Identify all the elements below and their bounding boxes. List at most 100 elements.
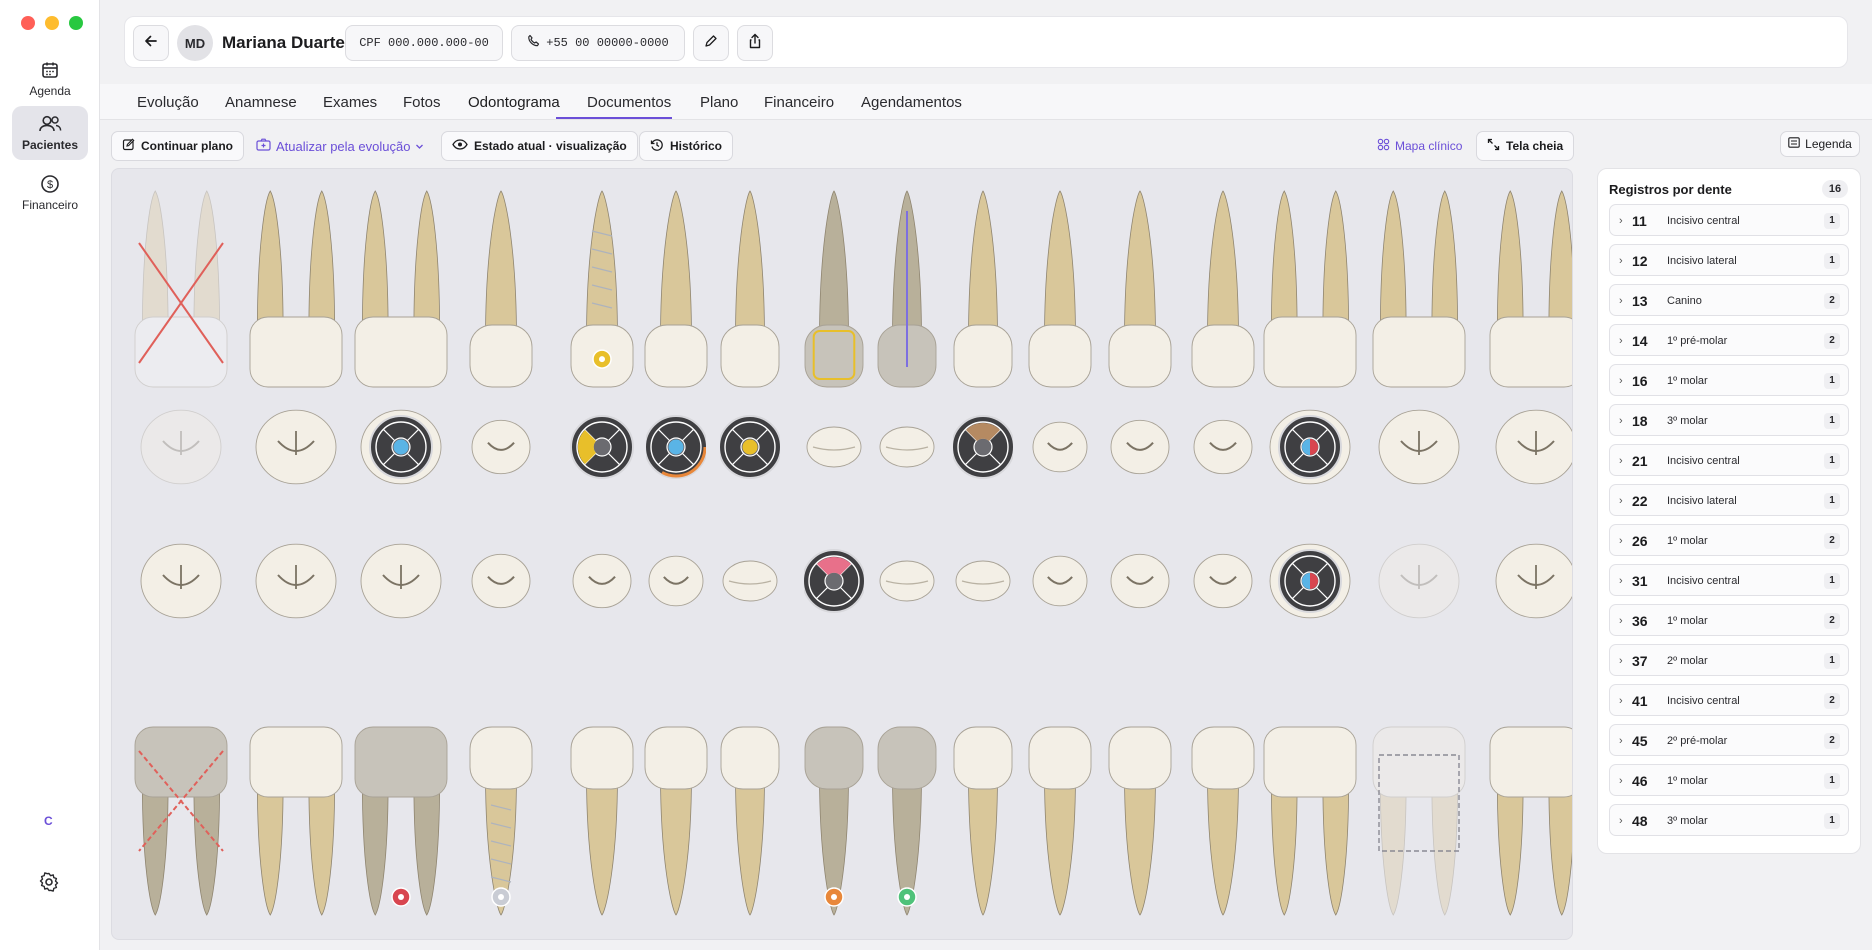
occlusal-tooth-upper-occlusal-13[interactable]: [1191, 405, 1255, 494]
zoom-window-button[interactable]: [69, 16, 83, 30]
record-row-48[interactable]: › 48 3º molar 1: [1609, 804, 1849, 836]
record-row-37[interactable]: › 37 2º molar 1: [1609, 644, 1849, 676]
tab-fotos[interactable]: Fotos: [403, 94, 441, 111]
record-row-45[interactable]: › 45 2º pré-molar 2: [1609, 724, 1849, 756]
record-row-13[interactable]: › 13 Canino 2: [1609, 284, 1849, 316]
tab-agendamentos[interactable]: Agendamentos: [861, 94, 962, 111]
tab-anamnese[interactable]: Anamnese: [225, 94, 297, 111]
minimize-window-button[interactable]: [45, 16, 59, 30]
record-row-26[interactable]: › 26 1º molar 2: [1609, 524, 1849, 556]
tooth-upper-1[interactable]: [130, 183, 232, 398]
record-row-31[interactable]: › 31 Incisivo central 1: [1609, 564, 1849, 596]
occlusal-tooth-upper-occlusal-11[interactable]: [1030, 405, 1090, 494]
occlusal-tooth-upper-occlusal-6[interactable]: [644, 405, 708, 494]
history-button[interactable]: Histórico: [639, 131, 734, 161]
nav-item-pacientes[interactable]: Pacientes: [12, 106, 88, 160]
tooth-lower-10[interactable]: [949, 721, 1017, 926]
record-row-11[interactable]: › 11 Incisivo central 1: [1609, 204, 1849, 236]
tooth-lower-1[interactable]: [130, 721, 232, 926]
occlusal-tooth-lower-occlusal-1[interactable]: [138, 539, 224, 628]
record-row-22[interactable]: › 22 Incisivo lateral 1: [1609, 484, 1849, 516]
record-row-41[interactable]: › 41 Incisivo central 2: [1609, 684, 1849, 716]
record-row-21[interactable]: › 21 Incisivo central 1: [1609, 444, 1849, 476]
occlusal-tooth-lower-occlusal-15[interactable]: [1376, 539, 1462, 628]
occlusal-tooth-upper-occlusal-15[interactable]: [1376, 405, 1462, 494]
occlusal-tooth-upper-occlusal-1[interactable]: [138, 405, 224, 494]
occlusal-tooth-lower-occlusal-9[interactable]: [877, 539, 937, 628]
tooth-upper-12[interactable]: [1104, 183, 1176, 398]
occlusal-tooth-lower-occlusal-2[interactable]: [253, 539, 339, 628]
close-window-button[interactable]: [21, 16, 35, 30]
tooth-upper-9[interactable]: [873, 183, 941, 398]
occlusal-tooth-lower-occlusal-4[interactable]: [469, 539, 533, 628]
occlusal-tooth-upper-occlusal-12[interactable]: [1108, 405, 1172, 494]
occlusal-tooth-lower-occlusal-16[interactable]: [1493, 539, 1572, 628]
occlusal-tooth-upper-occlusal-10[interactable]: [951, 405, 1015, 494]
occlusal-tooth-lower-occlusal-10[interactable]: [953, 539, 1013, 628]
occlusal-tooth-lower-occlusal-8[interactable]: [802, 539, 866, 628]
legend-button[interactable]: Legenda: [1780, 131, 1860, 157]
occlusal-tooth-lower-occlusal-13[interactable]: [1191, 539, 1255, 628]
record-row-16[interactable]: › 16 1º molar 1: [1609, 364, 1849, 396]
tooth-lower-16[interactable]: [1485, 721, 1572, 926]
tooth-upper-13[interactable]: [1187, 183, 1259, 398]
update-from-evolution-dropdown[interactable]: Atualizar pela evolução: [256, 138, 424, 154]
tooth-lower-9[interactable]: [873, 721, 941, 926]
occlusal-tooth-upper-occlusal-4[interactable]: [469, 405, 533, 494]
occlusal-tooth-lower-occlusal-5[interactable]: [570, 539, 634, 628]
record-row-12[interactable]: › 12 Incisivo lateral 1: [1609, 244, 1849, 276]
fullscreen-button[interactable]: Tela cheia: [1476, 131, 1575, 161]
tooth-lower-12[interactable]: [1104, 721, 1176, 926]
tooth-upper-15[interactable]: [1368, 183, 1470, 398]
tab-exames[interactable]: Exames: [323, 94, 377, 111]
settings-gear-icon[interactable]: [38, 871, 60, 898]
phone-chip[interactable]: +55 00 00000-0000: [511, 25, 685, 61]
tooth-upper-7[interactable]: [716, 183, 784, 398]
tooth-upper-11[interactable]: [1024, 183, 1096, 398]
tooth-lower-2[interactable]: [245, 721, 347, 926]
tab-documentos[interactable]: Documentos: [587, 94, 671, 111]
cpf-chip[interactable]: CPF 000.000.000-00: [345, 25, 503, 61]
tooth-lower-7[interactable]: [716, 721, 784, 926]
occlusal-tooth-upper-occlusal-3[interactable]: [358, 405, 444, 494]
continue-plan-button[interactable]: Continuar plano: [111, 131, 244, 161]
user-avatar[interactable]: C: [44, 814, 53, 828]
occlusal-tooth-upper-occlusal-5[interactable]: [570, 405, 634, 494]
back-button[interactable]: [133, 25, 169, 61]
occlusal-tooth-upper-occlusal-8[interactable]: [804, 405, 864, 494]
occlusal-tooth-lower-occlusal-3[interactable]: [358, 539, 444, 628]
tooth-upper-16[interactable]: [1485, 183, 1572, 398]
tooth-upper-14[interactable]: [1259, 183, 1361, 398]
tooth-lower-11[interactable]: [1024, 721, 1096, 926]
tooth-upper-8[interactable]: [800, 183, 868, 398]
nav-item-financeiro[interactable]: $ Financeiro: [12, 166, 88, 220]
clinical-map-button[interactable]: Mapa clínico: [1377, 138, 1462, 154]
tab-evolucao[interactable]: Evolução: [137, 94, 199, 111]
current-state-button[interactable]: Estado atual · visualização: [441, 131, 638, 161]
occlusal-tooth-upper-occlusal-7[interactable]: [718, 405, 782, 494]
tooth-upper-2[interactable]: [245, 183, 347, 398]
tooth-upper-4[interactable]: [465, 183, 537, 398]
tab-plano[interactable]: Plano: [700, 94, 738, 111]
occlusal-tooth-lower-occlusal-11[interactable]: [1030, 539, 1090, 628]
occlusal-tooth-lower-occlusal-12[interactable]: [1108, 539, 1172, 628]
occlusal-tooth-upper-occlusal-9[interactable]: [877, 405, 937, 494]
occlusal-tooth-lower-occlusal-7[interactable]: [720, 539, 780, 628]
tooth-lower-4[interactable]: [465, 721, 537, 926]
tooth-lower-14[interactable]: [1259, 721, 1361, 926]
tooth-upper-10[interactable]: [949, 183, 1017, 398]
occlusal-tooth-upper-occlusal-16[interactable]: [1493, 405, 1572, 494]
tooth-upper-6[interactable]: [640, 183, 712, 398]
tooth-lower-15[interactable]: [1368, 721, 1470, 926]
tooth-lower-13[interactable]: [1187, 721, 1259, 926]
tooth-upper-5[interactable]: [566, 183, 638, 398]
record-row-46[interactable]: › 46 1º molar 1: [1609, 764, 1849, 796]
occlusal-tooth-lower-occlusal-6[interactable]: [646, 539, 706, 628]
tooth-lower-8[interactable]: [800, 721, 868, 926]
occlusal-tooth-lower-occlusal-14[interactable]: [1267, 539, 1353, 628]
share-button[interactable]: [737, 25, 773, 61]
occlusal-tooth-upper-occlusal-14[interactable]: [1267, 405, 1353, 494]
tooth-lower-5[interactable]: [566, 721, 638, 926]
tooth-lower-3[interactable]: [350, 721, 452, 926]
tab-financeiro[interactable]: Financeiro: [764, 94, 834, 111]
